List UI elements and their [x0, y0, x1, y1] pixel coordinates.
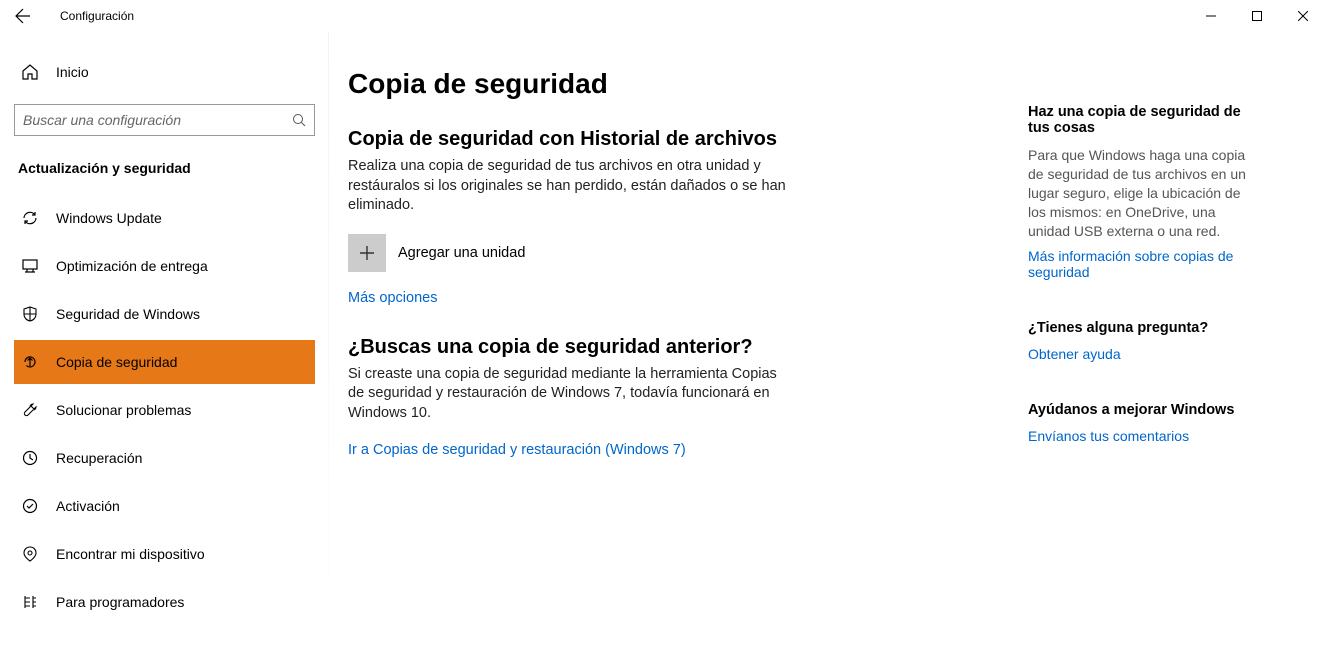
- rail-heading: Haz una copia de seguridad de tus cosas: [1028, 104, 1248, 136]
- sidebar-item-label: Recuperación: [40, 450, 142, 466]
- section-body-file-history: Realiza una copia de seguridad de tus ar…: [348, 157, 788, 216]
- minimize-button[interactable]: [1188, 0, 1234, 32]
- backup-icon: [20, 353, 40, 371]
- section-heading-file-history: Copia de seguridad con Historial de arch…: [348, 128, 988, 151]
- sidebar-item-label: Encontrar mi dispositivo: [40, 546, 205, 562]
- sidebar-item-label: Seguridad de Windows: [40, 306, 200, 322]
- section-body-previous-backup: Si creaste una copia de seguridad median…: [348, 365, 788, 424]
- find-device-icon: [20, 545, 40, 563]
- rail-link-more-info[interactable]: Más información sobre copias de segurida…: [1028, 248, 1248, 280]
- add-drive-label: Agregar una unidad: [398, 245, 525, 261]
- search-icon: [292, 113, 306, 127]
- sidebar-item-label: Copia de seguridad: [40, 354, 177, 370]
- shield-icon: [20, 305, 40, 323]
- sidebar-home[interactable]: Inicio: [14, 52, 315, 92]
- page-title: Copia de seguridad: [348, 68, 988, 100]
- sidebar-item-backup[interactable]: Copia de seguridad: [14, 340, 315, 384]
- rail-section-backup-info: Haz una copia de seguridad de tus cosas …: [1028, 104, 1248, 280]
- rail-heading: ¿Tienes alguna pregunta?: [1028, 320, 1248, 336]
- sidebar-item-label: Para programadores: [40, 594, 184, 610]
- content: Copia de seguridad Copia de seguridad co…: [330, 32, 1326, 663]
- sidebar-item-developers[interactable]: Para programadores: [14, 580, 315, 624]
- developer-icon: [20, 593, 40, 611]
- titlebar: Configuración: [0, 0, 1326, 32]
- add-drive-button[interactable]: Agregar una unidad: [348, 234, 988, 272]
- close-icon: [1298, 11, 1308, 21]
- rail-link-get-help[interactable]: Obtener ayuda: [1028, 346, 1248, 362]
- minimize-icon: [1206, 11, 1216, 21]
- rail-heading: Ayúdanos a mejorar Windows: [1028, 402, 1248, 418]
- search-box[interactable]: [14, 104, 315, 136]
- maximize-icon: [1252, 11, 1262, 21]
- recovery-icon: [20, 449, 40, 467]
- sidebar-item-label: Windows Update: [40, 210, 162, 226]
- search-input[interactable]: [23, 112, 292, 128]
- sidebar-item-find-device[interactable]: Encontrar mi dispositivo: [14, 532, 315, 576]
- rail-body: Para que Windows haga una copia de segur…: [1028, 146, 1248, 240]
- content-main: Copia de seguridad Copia de seguridad co…: [348, 68, 988, 663]
- delivery-icon: [20, 257, 40, 275]
- rail-section-feedback: Ayúdanos a mejorar Windows Envíanos tus …: [1028, 402, 1248, 444]
- plus-icon: [348, 234, 386, 272]
- sidebar-item-label: Solucionar problemas: [40, 402, 191, 418]
- sidebar-item-label: Activación: [40, 498, 120, 514]
- back-button[interactable]: [0, 0, 46, 32]
- sync-icon: [20, 209, 40, 227]
- window-title: Configuración: [46, 9, 1188, 23]
- close-button[interactable]: [1280, 0, 1326, 32]
- home-icon: [20, 63, 40, 81]
- sidebar-home-label: Inicio: [40, 64, 89, 80]
- window-controls: [1188, 0, 1326, 32]
- sidebar-item-label: Optimización de entrega: [40, 258, 208, 274]
- rail-link-feedback[interactable]: Envíanos tus comentarios: [1028, 428, 1248, 444]
- sidebar-category: Actualización y seguridad: [14, 160, 315, 176]
- more-options-link[interactable]: Más opciones: [348, 290, 988, 306]
- sidebar-item-delivery-optimization[interactable]: Optimización de entrega: [14, 244, 315, 288]
- sidebar-item-activation[interactable]: Activación: [14, 484, 315, 528]
- sidebar-item-recovery[interactable]: Recuperación: [14, 436, 315, 480]
- sidebar-item-troubleshoot[interactable]: Solucionar problemas: [14, 388, 315, 432]
- activation-icon: [20, 497, 40, 515]
- arrow-left-icon: [15, 8, 31, 24]
- go-to-win7-backup-link[interactable]: Ir a Copias de seguridad y restauración …: [348, 442, 686, 458]
- right-rail: Haz una copia de seguridad de tus cosas …: [988, 68, 1268, 663]
- sidebar-item-windows-update[interactable]: Windows Update: [14, 196, 315, 240]
- maximize-button[interactable]: [1234, 0, 1280, 32]
- sidebar: Inicio Actualización y seguridad Windows…: [0, 32, 330, 663]
- troubleshoot-icon: [20, 401, 40, 419]
- section-heading-previous-backup: ¿Buscas una copia de seguridad anterior?: [348, 336, 988, 359]
- sidebar-item-windows-security[interactable]: Seguridad de Windows: [14, 292, 315, 336]
- rail-section-question: ¿Tienes alguna pregunta? Obtener ayuda: [1028, 320, 1248, 362]
